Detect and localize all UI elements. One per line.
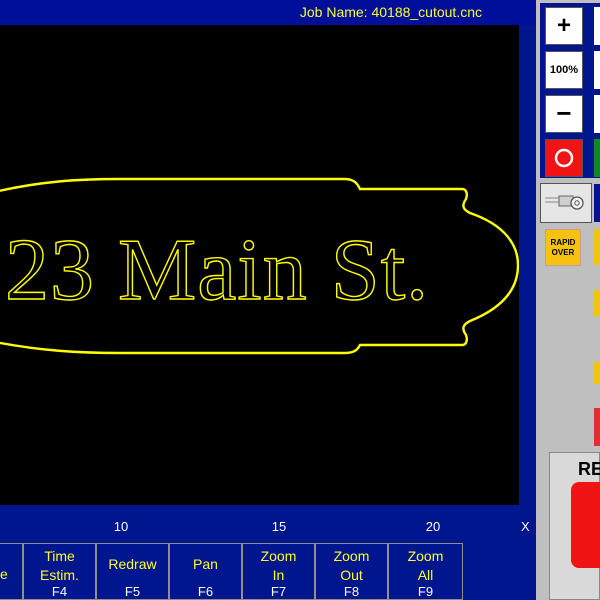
redraw-key: F5 — [124, 584, 141, 599]
zoom-in-tool-button[interactable]: + — [545, 7, 583, 45]
time-estimate-line1: Time — [44, 548, 75, 564]
job-name-value: 40188_cutout.cnc — [371, 4, 482, 20]
stub-button-green[interactable] — [594, 139, 600, 177]
time-estimate-key: F4 — [51, 584, 68, 599]
toolpath-canvas[interactable]: 123 Main St. — [0, 25, 519, 505]
time-estimate-line2: Estim. — [40, 567, 79, 583]
zoom-all-line2: All — [417, 567, 434, 583]
stub-button-yellow-3[interactable] — [594, 362, 600, 384]
zoom-in-key: F7 — [270, 584, 287, 599]
time-estimate-label: Time Estim. — [24, 547, 95, 585]
ruler-tick-20: 20 — [425, 519, 441, 534]
zoom-out-fkey-button[interactable]: Zoom Out F8 — [315, 543, 388, 600]
zoom-100-button[interactable]: 100% — [545, 51, 583, 89]
job-name-label: Job Name: — [299, 4, 368, 20]
header-bar: Job Name: 40188_cutout.cnc — [0, 0, 536, 25]
stub-button-yellow-2[interactable] — [594, 290, 600, 316]
pan-key: F6 — [197, 584, 214, 599]
redraw-label: Redraw — [108, 556, 157, 572]
zoom-all-label: Zoom All — [389, 547, 462, 585]
zoom-in-line2: In — [272, 567, 285, 583]
zoom-all-key: F9 — [417, 584, 434, 599]
ruler-tick-15: 15 — [271, 519, 287, 534]
function-key-bar: e Time Estim. F4 Redraw F5 Pan F6 Zoom I… — [0, 543, 536, 600]
zoom-out-tool-button[interactable]: − — [545, 95, 583, 133]
sign-lettering: 123 Main St. — [0, 222, 429, 319]
zoom-out-line2: Out — [340, 567, 363, 583]
ruler-tick-10: 10 — [113, 519, 129, 534]
stub-button-blue[interactable] — [594, 184, 600, 222]
rapid-label: RAPID — [550, 238, 576, 247]
reset-button[interactable] — [571, 482, 600, 568]
fkey-partial-label: e — [0, 566, 8, 582]
pan-label: Pan — [193, 556, 218, 572]
over-label: OVER — [551, 248, 575, 257]
minus-icon: − — [556, 98, 572, 128]
zoom-100-label: 100% — [549, 64, 579, 76]
stub-button-1[interactable] — [594, 7, 600, 45]
plus-icon: + — [556, 12, 571, 39]
circle-tool-button[interactable] — [545, 139, 583, 177]
redraw-button[interactable]: Redraw F5 — [96, 543, 169, 600]
fkey-partial-button[interactable]: e — [0, 543, 23, 600]
circle-icon — [554, 148, 574, 168]
job-name-line: Job Name: 40188_cutout.cnc — [300, 4, 482, 20]
time-estimate-button[interactable]: Time Estim. F4 — [23, 543, 96, 600]
stub-button-3[interactable] — [594, 95, 600, 133]
reset-panel-title: RE — [578, 459, 600, 479]
x-axis-label: X — [521, 519, 530, 534]
stub-button-red[interactable] — [594, 408, 600, 446]
stub-button-2[interactable] — [594, 51, 600, 89]
stub-button-yellow-1[interactable] — [594, 229, 600, 265]
zoom-out-key: F8 — [343, 584, 360, 599]
zoom-in-line1: Zoom — [260, 548, 297, 564]
zoom-in-fkey-button[interactable]: Zoom In F7 — [242, 543, 315, 600]
zoom-in-fkey-label: Zoom In — [243, 547, 314, 585]
zoom-out-line1: Zoom — [333, 548, 370, 564]
spindle-tool-button[interactable] — [540, 183, 592, 223]
zoom-all-line1: Zoom — [407, 548, 444, 564]
pan-button[interactable]: Pan F6 — [169, 543, 242, 600]
toolpath-drawing: 123 Main St. — [0, 177, 519, 355]
spindle-icon — [545, 195, 584, 210]
x-axis-ruler: 10 15 20 X — [0, 505, 536, 543]
rapid-override-button[interactable]: RAPID OVER — [545, 229, 581, 266]
zoom-all-button[interactable]: Zoom All F9 — [388, 543, 463, 600]
zoom-out-fkey-label: Zoom Out — [316, 547, 387, 585]
